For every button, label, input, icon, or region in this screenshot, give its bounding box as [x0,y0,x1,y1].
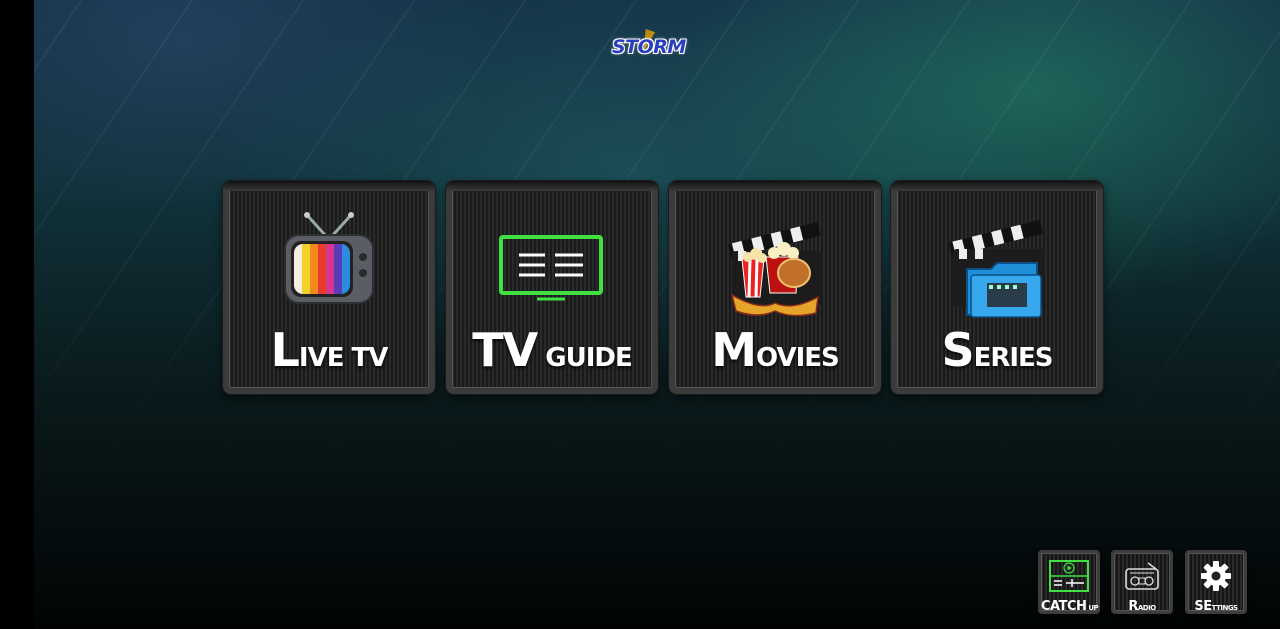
radio-icon [1125,562,1159,590]
radio-label: RADIO [1128,599,1156,614]
settings-label: SETTINGS [1194,599,1238,614]
gear-icon [1201,561,1231,591]
radio-button[interactable]: RADIO [1111,550,1173,614]
movies-label: MOVIES [711,323,839,377]
live-tv-label: LIVE TV [270,323,389,377]
logo-text: STORM [612,36,686,58]
clapper-folder-icon [948,219,1045,318]
catch-up-label: CATCH UP [1041,599,1099,614]
tv-guide-label: TV GUIDE [472,323,633,377]
storm-logo: STORM [612,28,686,72]
movies-button[interactable]: MOVIES [669,181,881,394]
catch-up-button[interactable]: CATCH UP [1038,550,1100,614]
live-tv-button[interactable]: LIVE TV [223,181,435,394]
settings-button[interactable]: SETTINGS [1185,550,1247,614]
tv-guide-icon [499,235,603,301]
retro-tv-icon [284,212,374,304]
catch-up-icon [1049,560,1089,592]
series-button[interactable]: SERIES [891,181,1103,394]
tv-guide-button[interactable]: TV GUIDE [446,181,658,394]
series-label: SERIES [941,323,1053,377]
movie-clapper-popcorn-icon [727,222,822,317]
